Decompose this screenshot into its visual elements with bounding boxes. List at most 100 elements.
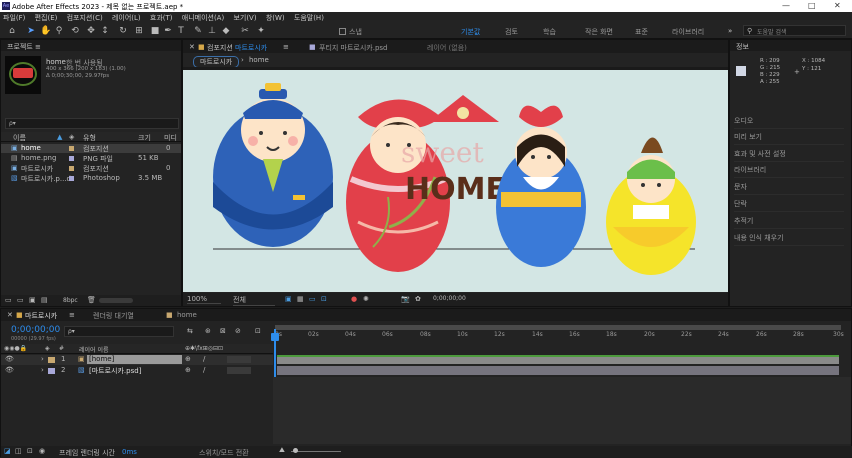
panel-character[interactable]: 문자	[734, 182, 844, 195]
panel-audio[interactable]: 오디오	[734, 116, 844, 129]
menu-window[interactable]: 창(W)	[266, 14, 285, 22]
exposure-icon[interactable]: ✺	[363, 295, 369, 303]
region-of-interest-icon[interactable]: ▣	[285, 295, 292, 303]
panel-content-aware-fill[interactable]: 내용 인식 채우기	[734, 233, 844, 246]
zoom-out-icon[interactable]: ⛰	[279, 446, 285, 455]
menu-layer[interactable]: 레이어(L)	[112, 14, 141, 22]
project-row[interactable]: ▣ home 컴포지션 0	[1, 144, 181, 153]
dolly-tool-icon[interactable]: ↕	[100, 26, 110, 36]
project-tab[interactable]: 프로젝트 ≡	[1, 40, 181, 51]
layer-label-swatch[interactable]	[48, 368, 55, 374]
project-scrollbar[interactable]	[99, 298, 133, 303]
lock-icon[interactable]: ■	[198, 43, 205, 51]
snap-checkbox[interactable]	[339, 28, 346, 35]
type-tool-icon[interactable]: T	[176, 26, 186, 36]
current-time-display[interactable]: 0;00;00;00	[11, 325, 60, 335]
time-ruler[interactable]: 0s 02s 04s 06s 08s 10s 12s 14s 16s 18s 2…	[273, 325, 851, 343]
transparency-grid-icon[interactable]: ▦	[297, 295, 304, 303]
col-name[interactable]: 이름	[13, 133, 26, 143]
comp-tab-name[interactable]: 마트로시카	[235, 43, 267, 53]
layer-name[interactable]: [마트로시카.psd]	[89, 366, 141, 376]
panel-paragraph[interactable]: 단락	[734, 199, 844, 212]
work-area-bar[interactable]	[275, 325, 841, 330]
layer-row[interactable]: 👁 › 1 ▣ [home] ⊕ /	[1, 355, 273, 365]
comp-tab-prefix[interactable]: 컴포지션	[207, 43, 233, 53]
close-tab-icon[interactable]: ✕	[189, 43, 195, 51]
visibility-icon[interactable]: 👁	[5, 366, 14, 374]
project-search-field[interactable]: ρ▾	[5, 118, 179, 129]
snapshot-icon[interactable]: 📷	[401, 295, 410, 303]
toggle-render-icon[interactable]: ◉	[39, 447, 45, 455]
footage-tab[interactable]: 푸티지 마트로시카.psd	[319, 43, 388, 53]
parent-dropdown[interactable]	[227, 367, 251, 374]
delete-icon[interactable]: 🗑	[87, 296, 96, 304]
menu-help[interactable]: 도움말(H)	[294, 14, 324, 22]
graph-editor-icon[interactable]: ⊡	[255, 327, 261, 335]
expand-icon[interactable]: ›	[41, 355, 44, 363]
layer-name-col[interactable]: 레이어 이름	[79, 345, 109, 354]
menu-effect[interactable]: 효과(T)	[150, 14, 173, 22]
minimize-button[interactable]: —	[782, 1, 790, 10]
mask-view-icon[interactable]: ▭	[309, 295, 316, 303]
comp-tab-menu-icon[interactable]: ≡	[283, 43, 289, 51]
pen-tool-icon[interactable]: ✒	[163, 26, 173, 36]
3d-view-icon[interactable]: ⊡	[321, 295, 327, 303]
orbit-tool-icon[interactable]: ⟲	[70, 26, 80, 36]
close-tab-icon[interactable]: ✕	[7, 311, 13, 319]
project-row[interactable]: ▧ 마트로시카.p...d Photoshop 3.5 MB	[1, 174, 181, 183]
parent-dropdown[interactable]	[227, 356, 251, 363]
layer-row[interactable]: 👁 › 2 ▧ [마트로시카.psd] ⊕ /	[1, 366, 273, 376]
hand-tool-icon[interactable]: ✋	[40, 26, 51, 36]
pan-behind-tool-icon[interactable]: ⊞	[134, 26, 144, 36]
frame-blending-icon[interactable]: ⊘	[235, 327, 241, 335]
panel-effects-presets[interactable]: 효과 및 사전 설정	[734, 149, 844, 162]
zoom-slider-handle[interactable]	[293, 448, 298, 453]
workspace-learn[interactable]: 학습	[543, 27, 556, 37]
toggle-timing-icon[interactable]: ⊡	[27, 447, 33, 455]
expand-icon[interactable]: ›	[41, 366, 44, 374]
settings-icon[interactable]: ▤	[41, 296, 48, 304]
workspace-default[interactable]: 기본값	[461, 27, 480, 37]
timeline-tab-menu-icon[interactable]: ≡	[69, 311, 75, 319]
menu-view[interactable]: 보기(V)	[233, 14, 256, 22]
zoom-dropdown[interactable]: 100%	[187, 295, 222, 304]
help-search-field[interactable]: ⚲ 도움말 검색	[743, 25, 846, 36]
layer-bar[interactable]	[277, 366, 839, 375]
panel-preview[interactable]: 미리 보기	[734, 132, 844, 145]
comp-mini-flowchart-icon[interactable]: ⇆	[187, 327, 193, 335]
toggle-switches-icon[interactable]: ◪	[4, 447, 11, 455]
brush-tool-icon[interactable]: ✎	[193, 26, 203, 36]
shape-tool-icon[interactable]: ■	[150, 26, 160, 36]
bpc-label[interactable]: 8bpc	[63, 297, 78, 304]
show-snapshot-icon[interactable]: ✿	[415, 295, 421, 303]
timeline-zoom-slider[interactable]	[291, 451, 341, 452]
panel-tracker[interactable]: 추적기	[734, 216, 844, 229]
info-tab[interactable]: 정보	[730, 40, 851, 51]
puppet-tool-icon[interactable]: ✦	[256, 26, 266, 36]
collapse-switch-icon[interactable]: ⊕	[185, 366, 191, 374]
rgb-channel-icon[interactable]: ●	[351, 295, 357, 303]
home-comp-tab[interactable]: home	[177, 311, 197, 319]
eraser-tool-icon[interactable]: ◆	[221, 26, 231, 36]
more-workspaces-icon[interactable]: »	[728, 27, 732, 35]
menu-composition[interactable]: 컴포지션(C)	[67, 14, 103, 22]
render-queue-tab[interactable]: 렌더링 대기열	[93, 311, 134, 321]
toggle-modes-icon[interactable]: ◫	[15, 447, 22, 455]
new-folder-icon[interactable]: ▭	[17, 296, 24, 304]
layer-name-box[interactable]: [home]	[87, 355, 182, 364]
draft-3d-icon[interactable]: ⊛	[205, 327, 211, 335]
layer-label-swatch[interactable]	[48, 357, 55, 363]
workspace-standard[interactable]: 표준	[635, 27, 648, 37]
interpret-footage-icon[interactable]: ▭	[5, 296, 12, 304]
project-row[interactable]: ▤ home.png PNG 파일 51 KB	[1, 154, 181, 163]
project-row[interactable]: ▣ 마트로시카 컴포지션 0	[1, 164, 181, 173]
menu-animation[interactable]: 애니메이션(A)	[182, 14, 224, 22]
breadcrumb-item[interactable]: home	[249, 56, 269, 64]
menu-edit[interactable]: 편집(E)	[35, 14, 58, 22]
col-frame[interactable]: 미디	[164, 133, 177, 143]
layer-tab[interactable]: 레이어 (없음)	[427, 43, 467, 53]
panel-libraries[interactable]: 라이브러리	[734, 165, 844, 178]
col-type[interactable]: 유형	[83, 133, 96, 143]
playhead-handle-icon[interactable]	[271, 333, 279, 341]
new-comp-icon[interactable]: ▣	[29, 296, 36, 304]
